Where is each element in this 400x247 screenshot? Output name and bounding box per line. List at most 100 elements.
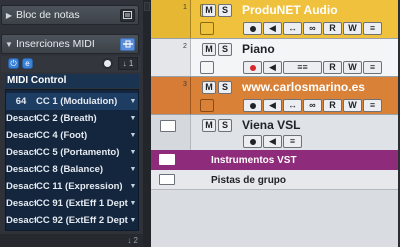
timebase-button[interactable]: ↔ xyxy=(283,99,302,112)
slot-number-indicator: ↓ 2 xyxy=(127,236,138,245)
inspector-panel: ▶ Bloc de notas ▼ Inserciones MIDI ⏻ e ↓… xyxy=(0,0,143,247)
cc-row[interactable]: Desact CC 4 (Foot) ▼ xyxy=(6,127,138,144)
lock-button[interactable]: ∞ xyxy=(303,22,322,35)
midi-control-title: MIDI Control xyxy=(5,74,139,88)
panel-divider[interactable] xyxy=(143,0,151,247)
cc-label: CC 5 (Portamento) xyxy=(36,147,120,158)
dropdown-arrow-icon[interactable]: ▼ xyxy=(128,200,138,207)
monitor-speaker-button[interactable]: ◀ xyxy=(263,135,282,148)
solo-button[interactable]: S xyxy=(218,4,232,17)
cc-row[interactable]: Desact CC 5 (Portamento) ▼ xyxy=(6,144,138,161)
folder-name[interactable]: Instrumentos VST xyxy=(211,155,297,166)
dropdown-arrow-icon[interactable]: ▼ xyxy=(128,98,138,105)
write-automation-button[interactable]: W xyxy=(343,22,362,35)
track-number: 3 xyxy=(183,81,187,88)
cc-row[interactable]: Desact CC 91 (ExtEff 1 Depth) ▼ xyxy=(6,195,138,212)
record-enable-button[interactable] xyxy=(243,22,262,35)
edit-channel-button[interactable]: ≡ xyxy=(283,135,302,148)
expand-triangle-icon[interactable]: ▶ xyxy=(2,11,16,20)
track-piano[interactable]: 2 M S Piano ◀ ≡≡ R W ≡ xyxy=(151,38,400,76)
cc-row[interactable]: 64 CC 1 (Modulation) ▼ xyxy=(6,93,138,110)
section-title: Inserciones MIDI xyxy=(16,38,95,50)
folder-icon[interactable] xyxy=(159,154,175,165)
cc-label: CC 11 (Expression) xyxy=(36,181,123,192)
lock-button[interactable]: ∞ xyxy=(303,99,322,112)
bypass-inserts-icon[interactable] xyxy=(120,37,135,51)
midi-lane-button[interactable]: ≡≡ xyxy=(283,61,322,74)
folder-name[interactable]: Pistas de grupo xyxy=(211,175,286,186)
timebase-button[interactable]: ↔ xyxy=(283,22,302,35)
mute-button[interactable]: M xyxy=(202,43,216,56)
slot-select-knob[interactable] xyxy=(102,58,113,69)
track-lane-box[interactable] xyxy=(200,22,214,35)
track-name[interactable]: Viena VSL xyxy=(242,118,300,132)
solo-button[interactable]: S xyxy=(218,43,232,56)
dropdown-arrow-icon[interactable]: ▼ xyxy=(128,183,138,190)
cc-row[interactable]: Desact CC 92 (ExtEff 2 Depth) ▼ xyxy=(6,212,138,229)
divider-handle[interactable] xyxy=(144,2,150,11)
folder-instrumentos-vst[interactable]: Instrumentos VST xyxy=(151,150,400,170)
cc-value[interactable]: Desact xyxy=(6,215,36,226)
track-number: 2 xyxy=(183,43,187,50)
cc-value[interactable]: Desact xyxy=(6,147,36,158)
edit-icon[interactable]: e xyxy=(22,58,33,69)
inspector-footer: ↓ 2 xyxy=(0,234,143,247)
slot-number-indicator[interactable]: ↓ 1 xyxy=(118,57,138,70)
read-automation-button[interactable]: R xyxy=(323,61,342,74)
dropdown-arrow-icon[interactable]: ▼ xyxy=(128,217,138,224)
write-automation-button[interactable]: W xyxy=(343,99,362,112)
track-viena-vsl[interactable]: M S Viena VSL ◀ ≡ xyxy=(151,114,400,150)
folder-pistas-de-grupo[interactable]: Pistas de grupo xyxy=(151,170,400,190)
dropdown-arrow-icon[interactable]: ▼ xyxy=(128,132,138,139)
read-automation-button[interactable]: R xyxy=(323,99,342,112)
cc-value[interactable]: Desact xyxy=(6,181,36,192)
record-enable-button[interactable] xyxy=(243,99,262,112)
dropdown-arrow-icon[interactable]: ▼ xyxy=(128,115,138,122)
cc-value[interactable]: 64 xyxy=(6,96,36,107)
mute-button[interactable]: M xyxy=(202,4,216,17)
edit-channel-button[interactable]: ≡ xyxy=(363,99,382,112)
cc-label: CC 2 (Breath) xyxy=(36,113,97,124)
track-lane-box[interactable] xyxy=(200,61,214,74)
folder-icon[interactable] xyxy=(160,120,176,132)
cc-value[interactable]: Desact xyxy=(6,198,36,209)
solo-button[interactable]: S xyxy=(218,81,232,94)
collapse-triangle-icon[interactable]: ▼ xyxy=(2,40,16,49)
monitor-speaker-button[interactable]: ◀ xyxy=(263,61,282,74)
section-bloc-de-notas[interactable]: ▶ Bloc de notas xyxy=(1,5,139,25)
cc-value[interactable]: Desact xyxy=(6,113,36,124)
record-enable-button[interactable] xyxy=(243,61,262,74)
dropdown-arrow-icon[interactable]: ▼ xyxy=(128,166,138,173)
track-name[interactable]: Piano xyxy=(242,42,275,56)
write-automation-button[interactable]: W xyxy=(343,61,362,74)
track-lane-box[interactable] xyxy=(200,99,214,112)
solo-button[interactable]: S xyxy=(218,119,232,132)
monitor-speaker-button[interactable]: ◀ xyxy=(263,99,282,112)
track-carlosmarino[interactable]: 3 M S www.carlosmarino.es ◀ ↔ ∞ R W ≡ xyxy=(151,76,400,114)
cc-value[interactable]: Desact xyxy=(6,130,36,141)
notepad-icon[interactable] xyxy=(120,8,135,22)
mute-button[interactable]: M xyxy=(202,119,216,132)
section-inserciones-midi[interactable]: ▼ Inserciones MIDI xyxy=(1,34,139,54)
cc-value[interactable]: Desact xyxy=(6,164,36,175)
empty-track-area[interactable] xyxy=(151,191,400,247)
track-list: 1 M S ProduNET Audio ◀ ↔ ∞ R W ≡ 2 M S P… xyxy=(151,0,400,247)
record-enable-button[interactable] xyxy=(243,135,262,148)
folder-icon[interactable] xyxy=(159,174,175,185)
cc-label: CC 1 (Modulation) xyxy=(36,96,118,107)
dropdown-arrow-icon[interactable]: ▼ xyxy=(128,149,138,156)
track-produnet-audio[interactable]: 1 M S ProduNET Audio ◀ ↔ ∞ R W ≡ xyxy=(151,0,400,38)
track-name[interactable]: www.carlosmarino.es xyxy=(242,80,365,94)
power-icon[interactable]: ⏻ xyxy=(8,58,19,69)
insert-slot-controls: ⏻ e ↓ 1 xyxy=(1,56,141,72)
cc-row[interactable]: Desact CC 11 (Expression) ▼ xyxy=(6,178,138,195)
mute-button[interactable]: M xyxy=(202,81,216,94)
edit-channel-button[interactable]: ≡ xyxy=(363,61,382,74)
track-name[interactable]: ProduNET Audio xyxy=(242,3,338,17)
cc-row[interactable]: Desact CC 8 (Balance) ▼ xyxy=(6,161,138,178)
monitor-speaker-button[interactable]: ◀ xyxy=(263,22,282,35)
read-automation-button[interactable]: R xyxy=(323,22,342,35)
edit-channel-button[interactable]: ≡ xyxy=(363,22,382,35)
cc-controller-list: 64 CC 1 (Modulation) ▼ Desact CC 2 (Brea… xyxy=(5,89,139,231)
cc-row[interactable]: Desact CC 2 (Breath) ▼ xyxy=(6,110,138,127)
